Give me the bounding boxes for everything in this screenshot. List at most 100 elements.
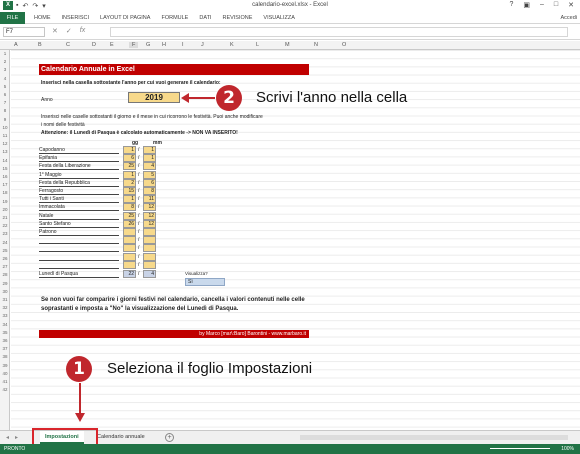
month-cell[interactable]: 1 [143, 146, 156, 154]
row-header[interactable]: 11 [0, 133, 10, 138]
row-header[interactable]: 23 [0, 231, 10, 236]
day-cell[interactable]: 25 [123, 162, 136, 171]
month-cell[interactable] [143, 228, 156, 236]
row-header[interactable]: 41 [0, 379, 10, 384]
row-header[interactable]: 21 [0, 215, 10, 220]
formula-input[interactable] [110, 27, 568, 37]
tab-layout-di-pagina[interactable]: LAYOUT DI PAGINA [100, 15, 150, 21]
day-cell[interactable]: 6 [123, 154, 136, 163]
day-cell[interactable]: 1 [123, 146, 136, 154]
row-header[interactable]: 12 [0, 141, 10, 146]
day-cell[interactable]: 26 [123, 219, 136, 228]
col-header[interactable]: J [201, 42, 204, 48]
month-cell[interactable] [143, 236, 156, 245]
day-cell[interactable]: 2 [123, 178, 136, 187]
day-cell[interactable]: 8 [123, 203, 136, 212]
month-cell[interactable]: 12 [143, 203, 156, 212]
help-icon[interactable]: ? [509, 1, 513, 9]
tab-dati[interactable]: DATI [199, 15, 211, 21]
row-header[interactable]: 18 [0, 190, 10, 195]
col-header[interactable]: G [146, 42, 150, 48]
row-header[interactable]: 37 [0, 346, 10, 351]
row-header[interactable]: 36 [0, 338, 10, 343]
row-header[interactable]: 2 [0, 59, 10, 64]
horizontal-scrollbar[interactable] [300, 435, 568, 440]
row-header[interactable]: 39 [0, 363, 10, 368]
month-cell[interactable]: 4 [143, 162, 156, 171]
add-sheet-button[interactable]: + [165, 433, 174, 442]
row-header[interactable]: 31 [0, 297, 10, 302]
row-header[interactable]: 24 [0, 240, 10, 245]
worksheet[interactable]: Calendario Annuale in Excel Inserisci ne… [11, 50, 580, 430]
month-cell[interactable]: 6 [143, 178, 156, 187]
row-header[interactable]: 29 [0, 281, 10, 286]
row-header[interactable]: 40 [0, 371, 10, 376]
row-header[interactable]: 9 [0, 117, 10, 122]
row-header[interactable]: 1 [0, 51, 10, 56]
row-header[interactable]: 42 [0, 387, 10, 392]
row-header[interactable]: 27 [0, 264, 10, 269]
col-header[interactable]: I [182, 42, 184, 48]
month-cell[interactable]: 1 [143, 154, 156, 163]
day-cell[interactable] [123, 244, 136, 253]
row-header[interactable]: 10 [0, 125, 10, 130]
account-link[interactable]: Accedi [560, 15, 577, 21]
month-cell[interactable]: 5 [143, 170, 156, 179]
row-header[interactable]: 6 [0, 92, 10, 97]
tab-file[interactable]: FILE [0, 12, 25, 24]
insert-function-icon[interactable]: fx [80, 27, 85, 35]
row-header[interactable]: 15 [0, 166, 10, 171]
row-header[interactable]: 38 [0, 354, 10, 359]
row-header[interactable]: 3 [0, 67, 10, 72]
row-header[interactable]: 4 [0, 76, 10, 81]
month-cell[interactable]: 8 [143, 187, 156, 195]
maximize-icon[interactable]: □ [554, 1, 558, 9]
tab-next-icon[interactable]: ▸ [15, 434, 18, 441]
row-header[interactable]: 14 [0, 158, 10, 163]
month-cell[interactable]: 11 [143, 195, 156, 204]
tab-revisione[interactable]: REVISIONE [222, 15, 252, 21]
day-cell[interactable]: 25 [123, 211, 136, 220]
sheet-tab-calendario-annuale[interactable]: Calendario annuale [92, 431, 150, 444]
col-header[interactable]: E [110, 42, 114, 48]
tab-home[interactable]: HOME [34, 15, 51, 21]
month-cell[interactable]: 12 [143, 211, 156, 220]
day-cell[interactable] [123, 260, 136, 269]
col-header[interactable]: H [162, 42, 166, 48]
col-header[interactable]: F [129, 42, 139, 48]
row-header[interactable]: 19 [0, 199, 10, 204]
day-cell[interactable] [123, 252, 136, 261]
cancel-formula-icon[interactable]: ✕ [52, 27, 58, 35]
row-header[interactable]: 13 [0, 149, 10, 154]
col-header[interactable]: C [66, 42, 70, 48]
row-header[interactable]: 7 [0, 100, 10, 105]
tab-formule[interactable]: FORMULE [161, 15, 188, 21]
col-header[interactable]: M [285, 42, 290, 48]
row-header[interactable]: 17 [0, 182, 10, 187]
tab-visualizza[interactable]: VISUALIZZA [263, 15, 294, 21]
month-cell[interactable] [143, 252, 156, 261]
month-cell[interactable] [143, 244, 156, 253]
row-header[interactable]: 28 [0, 272, 10, 277]
tab-prev-icon[interactable]: ◂ [6, 434, 9, 441]
tab-inserisci[interactable]: INSERISCI [62, 15, 90, 21]
day-cell[interactable]: 15 [123, 187, 136, 195]
day-cell[interactable] [123, 236, 136, 245]
col-header[interactable]: D [92, 42, 96, 48]
enter-formula-icon[interactable]: ✓ [66, 27, 72, 35]
year-input-cell[interactable]: 2019 [128, 92, 180, 103]
month-cell[interactable]: 12 [143, 219, 156, 228]
col-header[interactable]: N [314, 42, 318, 48]
row-header[interactable]: 35 [0, 330, 10, 335]
row-header[interactable]: 33 [0, 313, 10, 318]
col-header[interactable]: O [342, 42, 346, 48]
row-header[interactable]: 26 [0, 256, 10, 261]
ribbon-display-icon[interactable]: ▣ [523, 1, 530, 9]
col-header[interactable]: B [38, 42, 42, 48]
visualizza-select[interactable]: Sì [185, 278, 225, 286]
row-header[interactable]: 25 [0, 248, 10, 253]
zoom-level[interactable]: 100% [561, 444, 574, 454]
row-header[interactable]: 32 [0, 305, 10, 310]
col-header[interactable]: K [230, 42, 234, 48]
row-header[interactable]: 16 [0, 174, 10, 179]
